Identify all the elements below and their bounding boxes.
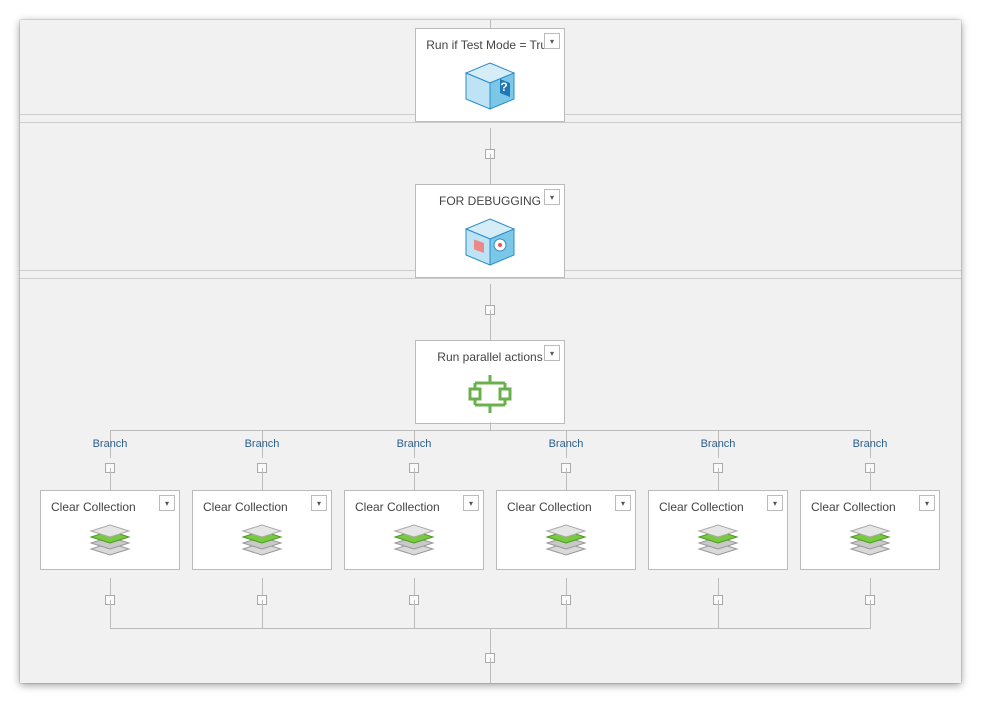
node-clear-collection[interactable]: Clear Collection ▾ — [496, 490, 636, 570]
branch-label: Branch — [245, 438, 280, 450]
node-title: Run parallel actions — [416, 341, 564, 369]
svg-text:?: ? — [500, 80, 507, 94]
connector — [490, 154, 491, 184]
workflow-canvas[interactable]: Run if Test Mode = True ▾ ? FOR DEBUGGIN… — [20, 20, 961, 683]
connector — [110, 600, 111, 628]
branch-label: Branch — [701, 438, 736, 450]
connector — [490, 310, 491, 340]
connector — [490, 628, 491, 654]
node-debug[interactable]: FOR DEBUGGING ▾ — [415, 184, 565, 278]
parallel-icon — [416, 369, 564, 423]
connector — [566, 468, 567, 490]
collection-stack-icon — [497, 519, 635, 569]
node-title: FOR DEBUGGING — [416, 185, 564, 213]
node-test-mode[interactable]: Run if Test Mode = True ▾ ? — [415, 28, 565, 122]
node-menu-button[interactable]: ▾ — [767, 495, 783, 511]
node-clear-collection[interactable]: Clear Collection ▾ — [40, 490, 180, 570]
node-menu-button[interactable]: ▾ — [615, 495, 631, 511]
connector — [870, 600, 871, 628]
connector — [110, 468, 111, 490]
node-clear-collection[interactable]: Clear Collection ▾ — [192, 490, 332, 570]
node-menu-button[interactable]: ▾ — [463, 495, 479, 511]
node-title: Run if Test Mode = True — [416, 29, 564, 57]
connector — [262, 600, 263, 628]
guide-line — [20, 278, 961, 279]
connector — [490, 20, 491, 28]
connector — [566, 600, 567, 628]
collection-stack-icon — [649, 519, 787, 569]
connector — [870, 468, 871, 490]
node-clear-collection[interactable]: Clear Collection ▾ — [648, 490, 788, 570]
node-menu-button[interactable]: ▾ — [544, 33, 560, 49]
branch-label: Branch — [93, 438, 128, 450]
condition-cube-icon: ? — [416, 57, 564, 121]
node-clear-collection[interactable]: Clear Collection ▾ — [800, 490, 940, 570]
guide-line — [20, 122, 961, 123]
node-menu-button[interactable]: ▾ — [544, 189, 560, 205]
branch-label: Branch — [853, 438, 888, 450]
branch-bar-top — [110, 430, 871, 431]
connector — [414, 600, 415, 628]
connector — [262, 468, 263, 490]
collection-stack-icon — [193, 519, 331, 569]
node-menu-button[interactable]: ▾ — [544, 345, 560, 361]
node-menu-button[interactable]: ▾ — [311, 495, 327, 511]
node-clear-collection[interactable]: Clear Collection ▾ — [344, 490, 484, 570]
collection-stack-icon — [345, 519, 483, 569]
connector — [718, 600, 719, 628]
branch-label: Branch — [549, 438, 584, 450]
node-parallel[interactable]: Run parallel actions ▾ — [415, 340, 565, 424]
connector — [718, 468, 719, 490]
connector — [414, 468, 415, 490]
collection-stack-icon — [801, 519, 939, 569]
connector — [490, 422, 491, 430]
node-menu-button[interactable]: ▾ — [159, 495, 175, 511]
node-menu-button[interactable]: ▾ — [919, 495, 935, 511]
connector — [490, 658, 491, 683]
debug-cube-icon — [416, 213, 564, 277]
collection-stack-icon — [41, 519, 179, 569]
branch-label: Branch — [397, 438, 432, 450]
